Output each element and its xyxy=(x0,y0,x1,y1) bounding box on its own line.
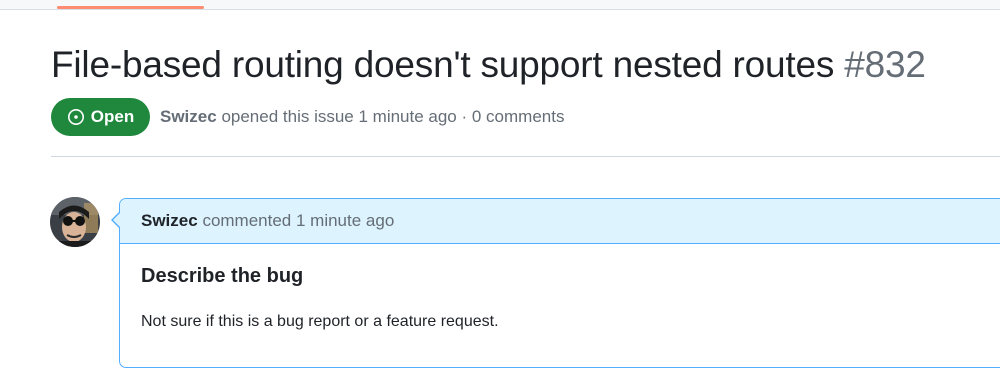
issue-title: File-based routing doesn't support neste… xyxy=(51,38,926,92)
avatar-image xyxy=(50,197,100,247)
comment-header: Swizec commented 1 minute ago xyxy=(120,199,1000,244)
issue-state-badge: Open xyxy=(51,98,150,136)
issue-state-label: Open xyxy=(90,107,135,126)
issue-meta-text: opened this issue 1 minute ago · 0 comme… xyxy=(221,107,565,126)
comment-author-link[interactable]: Swizec xyxy=(141,211,198,230)
comment-body: Not sure if this is a bug report or a fe… xyxy=(141,313,499,330)
comment-header-text: Swizec commented 1 minute ago xyxy=(141,211,394,231)
comment-box: Swizec commented 1 minute ago Describe t… xyxy=(119,198,1000,368)
issue-meta: Swizec opened this issue 1 minute ago · … xyxy=(160,107,564,127)
issue-title-text: File-based routing doesn't support neste… xyxy=(51,44,835,85)
comment-timestamp[interactable]: commented 1 minute ago xyxy=(202,211,394,230)
comment-pointer-fill xyxy=(113,213,120,227)
issue-opened-icon xyxy=(67,109,84,125)
comment-heading: Describe the bug xyxy=(141,265,304,287)
issue-author-link[interactable]: Swizec xyxy=(160,107,217,126)
selected-tab-underline xyxy=(57,6,204,9)
user-avatar[interactable] xyxy=(50,197,100,247)
header-divider xyxy=(51,156,1000,157)
issue-number: #832 xyxy=(844,44,926,85)
